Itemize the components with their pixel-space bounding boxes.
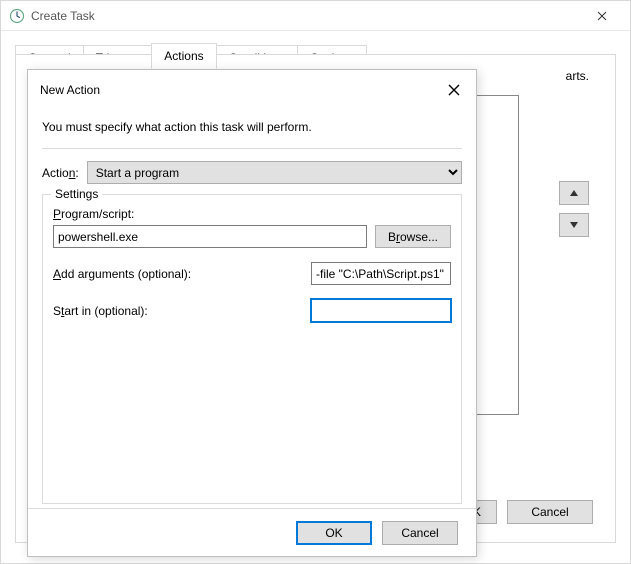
dialog-footer: OK Cancel xyxy=(28,508,476,556)
settings-group: Settings Program/script: Browse... Add a… xyxy=(42,194,462,504)
arguments-label: Add arguments (optional): xyxy=(53,267,191,281)
background-text-fragment: arts. xyxy=(566,69,589,83)
new-action-dialog: New Action You must specify what action … xyxy=(27,69,477,557)
background-footer-buttons: K Cancel xyxy=(457,500,593,524)
program-input[interactable] xyxy=(53,225,367,248)
instruction-text: You must specify what action this task w… xyxy=(42,120,462,134)
dialog-title: New Action xyxy=(40,83,444,97)
triangle-down-icon xyxy=(570,222,578,228)
action-label: Action: xyxy=(42,166,79,180)
move-up-button[interactable] xyxy=(559,181,589,205)
move-down-button[interactable] xyxy=(559,213,589,237)
arguments-input[interactable] xyxy=(311,262,451,285)
window-title: Create Task xyxy=(31,9,582,23)
startin-row: Start in (optional): xyxy=(53,299,451,322)
tab-actions[interactable]: Actions xyxy=(151,43,216,69)
dialog-body: You must specify what action this task w… xyxy=(28,106,476,518)
divider xyxy=(42,148,462,149)
triangle-up-icon xyxy=(570,190,578,196)
titlebar: Create Task xyxy=(1,1,630,31)
ok-button[interactable]: OK xyxy=(296,521,372,545)
arguments-row: Add arguments (optional): xyxy=(53,262,451,285)
action-row: Action: Start a program xyxy=(42,161,462,184)
action-combobox[interactable]: Start a program xyxy=(87,161,462,184)
clock-icon xyxy=(9,8,25,24)
startin-label: Start in (optional): xyxy=(53,304,148,318)
startin-input[interactable] xyxy=(311,299,451,322)
window-close-button[interactable] xyxy=(582,2,622,30)
cancel-button[interactable]: Cancel xyxy=(382,521,458,545)
dialog-titlebar: New Action xyxy=(28,70,476,106)
settings-legend: Settings xyxy=(51,187,102,201)
browse-button[interactable]: Browse... xyxy=(375,225,451,248)
dialog-close-button[interactable] xyxy=(444,80,464,100)
program-line: Browse... xyxy=(53,225,451,248)
background-cancel-button[interactable]: Cancel xyxy=(507,500,593,524)
reorder-buttons xyxy=(559,181,589,237)
close-icon xyxy=(448,84,460,96)
create-task-window: Create Task General Triggers Actions Con… xyxy=(0,0,631,564)
program-label: Program/script: xyxy=(53,207,451,221)
